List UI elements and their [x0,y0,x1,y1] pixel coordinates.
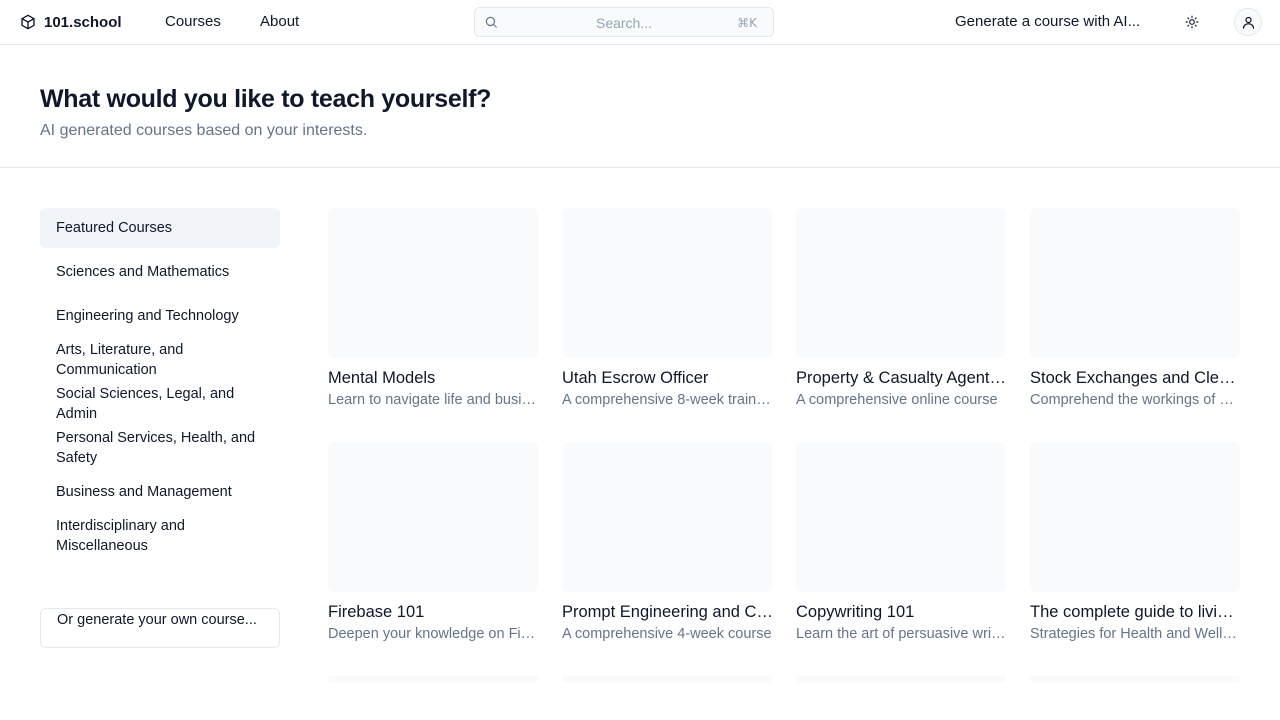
course-description: Strategies for Health and Wellness [1030,626,1240,642]
nav-link-about[interactable]: About [260,13,299,30]
course-card[interactable]: The complete guide to living longer Stra… [1030,442,1242,642]
course-description: Comprehend the workings of stock exchang… [1030,392,1240,408]
course-card[interactable]: Stock Exchanges and Clearing Houses Comp… [1030,208,1242,408]
sidebar-item-arts-literature-communication[interactable]: Arts, Literature, and Communication [40,340,280,380]
course-description: Learn the art of persuasive writing [796,626,1006,642]
sidebar-item-label: Featured Courses [56,220,173,236]
search-shortcut-hint: ⌘K [737,16,757,30]
sidebar-item-interdisciplinary-miscellaneous[interactable]: Interdisciplinary and Miscellaneous [40,516,280,556]
user-icon [1242,16,1254,29]
course-thumbnail [796,208,1006,358]
course-card[interactable]: Prompt Engineering and ChatGPT A compreh… [562,442,774,642]
course-title: The complete guide to living longer [1030,603,1242,621]
course-card[interactable]: Mental Models Learn to navigate life and… [328,208,538,408]
user-menu-button[interactable] [1234,8,1262,36]
sidebar-item-label: Engineering and Technology [56,308,239,324]
course-thumbnail [1030,676,1240,682]
search-placeholder: Search... [595,15,653,31]
cube-icon [21,14,35,30]
course-thumbnail [796,442,1006,592]
sidebar-item-business-management[interactable]: Business and Management [40,472,280,512]
hero-section: What would you like to teach yourself? A… [0,45,1280,168]
generate-course-link[interactable]: Generate a course with AI... [955,13,1140,30]
course-card-partial[interactable] [796,676,1006,682]
sidebar-item-sciences-mathematics[interactable]: Sciences and Mathematics [40,252,280,292]
sidebar-item-label: Arts, Literature, and Communication [56,342,184,378]
course-card[interactable]: Utah Escrow Officer A comprehensive 8-we… [562,208,772,408]
course-thumbnail [328,676,538,682]
course-card[interactable]: Property & Casualty Agent License A comp… [796,208,1008,408]
page-title: What would you like to teach yourself? [40,85,492,113]
course-title: Mental Models [328,369,436,387]
course-card-partial[interactable] [562,676,772,682]
course-title: Utah Escrow Officer [562,369,709,387]
sidebar-item-social-sciences-legal-admin[interactable]: Social Sciences, Legal, and Admin [40,384,280,424]
brand-name: 101.school [44,13,122,31]
sidebar-item-label: Personal Services, Health, and Safety [56,430,256,466]
course-card[interactable]: Copywriting 101 Learn the art of persuas… [796,442,1006,642]
generate-own-course-input[interactable]: Or generate your own course... [40,608,280,648]
course-title: Property & Casualty Agent License [796,369,1008,387]
sidebar-item-label: Sciences and Mathematics [56,264,230,280]
course-card-partial[interactable] [1030,676,1240,682]
sidebar-item-engineering-technology[interactable]: Engineering and Technology [40,296,280,336]
course-thumbnail [1030,442,1240,592]
page-subtitle: AI generated courses based on your inter… [40,122,368,139]
course-description: A comprehensive 8-week training course [562,392,772,408]
course-description: Deepen your knowledge on Firebase [328,626,538,642]
course-thumbnail [562,442,772,592]
top-navigation: 101.school Courses About Search... ⌘K Ge… [0,0,1280,45]
sidebar-item-personal-services-health-safety[interactable]: Personal Services, Health, and Safety [40,428,280,468]
sidebar-item-label: Interdisciplinary and Miscellaneous [56,518,185,554]
nav-link-courses[interactable]: Courses [165,13,221,30]
course-title: Copywriting 101 [796,603,915,621]
course-thumbnail [328,442,538,592]
course-description: Learn to navigate life and business with… [328,392,538,408]
course-title: Prompt Engineering and ChatGPT [562,603,774,621]
brand-logo-link[interactable]: 101.school [20,12,122,32]
sun-icon [1185,15,1199,29]
course-description: A comprehensive 4-week course [562,626,772,642]
course-thumbnail [562,676,772,682]
course-thumbnail [328,208,538,358]
theme-toggle-button[interactable] [1181,11,1203,33]
course-title: Stock Exchanges and Clearing Houses [1030,369,1242,387]
sidebar-item-label: Social Sciences, Legal, and Admin [56,386,235,422]
course-description: A comprehensive online course [796,392,998,408]
course-title: Firebase 101 [328,603,425,621]
sidebar-item-featured-courses[interactable]: Featured Courses [40,208,280,248]
course-thumbnail [562,208,772,358]
search-input[interactable]: Search... ⌘K [474,7,774,37]
course-thumbnail [796,676,1006,682]
course-thumbnail [1030,208,1240,358]
course-card[interactable]: Firebase 101 Deepen your knowledge on Fi… [328,442,538,642]
sidebar-item-label: Business and Management [56,484,232,500]
course-card-partial[interactable] [328,676,538,682]
